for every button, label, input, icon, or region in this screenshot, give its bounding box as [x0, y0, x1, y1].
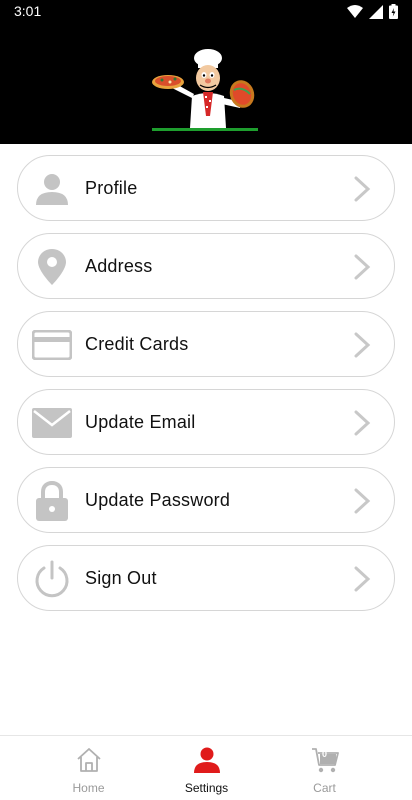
tab-settings[interactable]: Settings	[138, 736, 275, 800]
person-icon	[32, 169, 72, 209]
lock-icon	[32, 481, 72, 521]
chevron-right-icon	[354, 566, 371, 592]
home-icon	[76, 748, 101, 772]
status-time: 3:01	[14, 3, 42, 19]
menu-item-label: Update Email	[85, 412, 196, 432]
bottom-nav: Home Settings 0 Cart	[0, 735, 412, 800]
chevron-right-icon	[354, 176, 371, 202]
cart-count-badge: 0	[321, 749, 328, 759]
menu-item-address[interactable]: Address	[17, 233, 395, 299]
status-icons	[347, 4, 398, 19]
menu-item-credit-cards[interactable]: Credit Cards	[17, 311, 395, 377]
menu-item-update-password[interactable]: Update Password	[17, 467, 395, 533]
location-pin-icon	[32, 247, 72, 287]
power-icon	[32, 559, 72, 599]
menu-item-label: Update Password	[85, 490, 231, 510]
menu-item-label: Credit Cards	[85, 334, 189, 354]
chevron-right-icon	[354, 488, 371, 514]
tab-cart-label: Cart	[313, 781, 336, 795]
menu-item-sign-out[interactable]: Sign Out	[17, 545, 395, 611]
menu-item-update-email[interactable]: Update Email	[17, 389, 395, 455]
status-bar: 3:01	[0, 0, 412, 24]
chevron-right-icon	[354, 254, 371, 280]
battery-icon	[389, 4, 398, 19]
tab-home-label: Home	[72, 781, 105, 795]
chevron-right-icon	[354, 410, 371, 436]
credit-card-icon	[32, 325, 72, 365]
wifi-icon	[347, 4, 363, 18]
chevron-right-icon	[354, 332, 371, 358]
pizza-chef-logo	[152, 49, 258, 131]
envelope-icon	[32, 403, 72, 443]
menu-item-label: Address	[85, 256, 153, 276]
menu-item-label: Profile	[85, 178, 138, 198]
tab-settings-label: Settings	[184, 781, 229, 795]
person-icon	[193, 747, 220, 773]
tab-cart[interactable]: 0 Cart	[256, 736, 393, 800]
signal-icon	[369, 4, 383, 19]
tab-home[interactable]: Home	[20, 736, 157, 800]
menu-item-profile[interactable]: Profile	[17, 155, 395, 221]
menu-item-label: Sign Out	[85, 568, 157, 588]
app-header	[0, 24, 412, 144]
